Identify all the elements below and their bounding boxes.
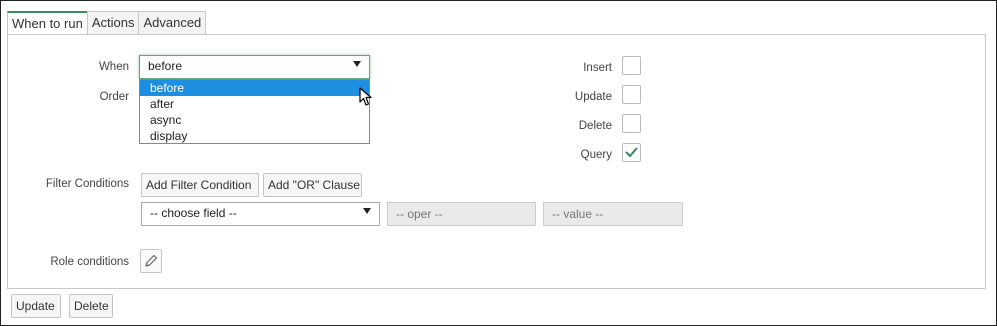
form-frame: When to run Actions Advanced When before… — [0, 0, 997, 326]
update-checkbox[interactable] — [622, 85, 641, 104]
checkmark-icon — [625, 147, 638, 157]
delete-label: Delete — [578, 120, 612, 132]
when-dropdown-list: before after async display — [139, 79, 370, 144]
when-select[interactable]: before — [139, 55, 370, 79]
value-placeholder: -- value -- — [552, 207, 604, 221]
mouse-cursor-icon — [359, 87, 372, 106]
choose-field-value: -- choose field -- — [150, 206, 237, 220]
tab-when-to-run[interactable]: When to run — [7, 11, 88, 36]
tab-bar: When to run Actions Advanced — [7, 11, 207, 36]
when-label: When — [98, 61, 129, 73]
role-conditions-label: Role conditions — [50, 256, 129, 268]
chevron-down-icon — [363, 208, 371, 214]
edit-role-conditions-button[interactable] — [140, 249, 162, 273]
order-label: Order — [99, 91, 129, 103]
operator-select[interactable]: -- oper -- — [387, 202, 536, 226]
update-label: Update — [574, 91, 612, 103]
delete-button[interactable]: Delete — [69, 294, 113, 318]
operator-value: -- oper -- — [396, 207, 443, 221]
choose-field-select[interactable]: -- choose field -- — [141, 202, 380, 226]
value-input[interactable]: -- value -- — [543, 202, 683, 226]
chevron-down-icon — [353, 61, 361, 67]
add-or-clause-button[interactable]: Add "OR" Clause — [263, 173, 362, 197]
when-select-value: before — [148, 59, 183, 73]
when-option-before[interactable]: before — [140, 80, 369, 96]
update-button[interactable]: Update — [11, 294, 61, 318]
filter-conditions-label: Filter Conditions — [45, 178, 129, 190]
when-option-async[interactable]: async — [140, 112, 369, 128]
insert-checkbox[interactable] — [622, 56, 641, 75]
pencil-icon — [145, 254, 158, 267]
delete-checkbox[interactable] — [622, 114, 641, 133]
when-option-display[interactable]: display — [140, 128, 369, 144]
tab-actions[interactable]: Actions — [86, 11, 140, 34]
query-checkbox[interactable] — [622, 143, 641, 162]
insert-label: Insert — [583, 62, 612, 74]
tab-advanced[interactable]: Advanced — [138, 11, 207, 34]
when-option-after[interactable]: after — [140, 96, 369, 112]
add-filter-condition-button[interactable]: Add Filter Condition — [141, 173, 259, 197]
query-label: Query — [580, 149, 612, 161]
